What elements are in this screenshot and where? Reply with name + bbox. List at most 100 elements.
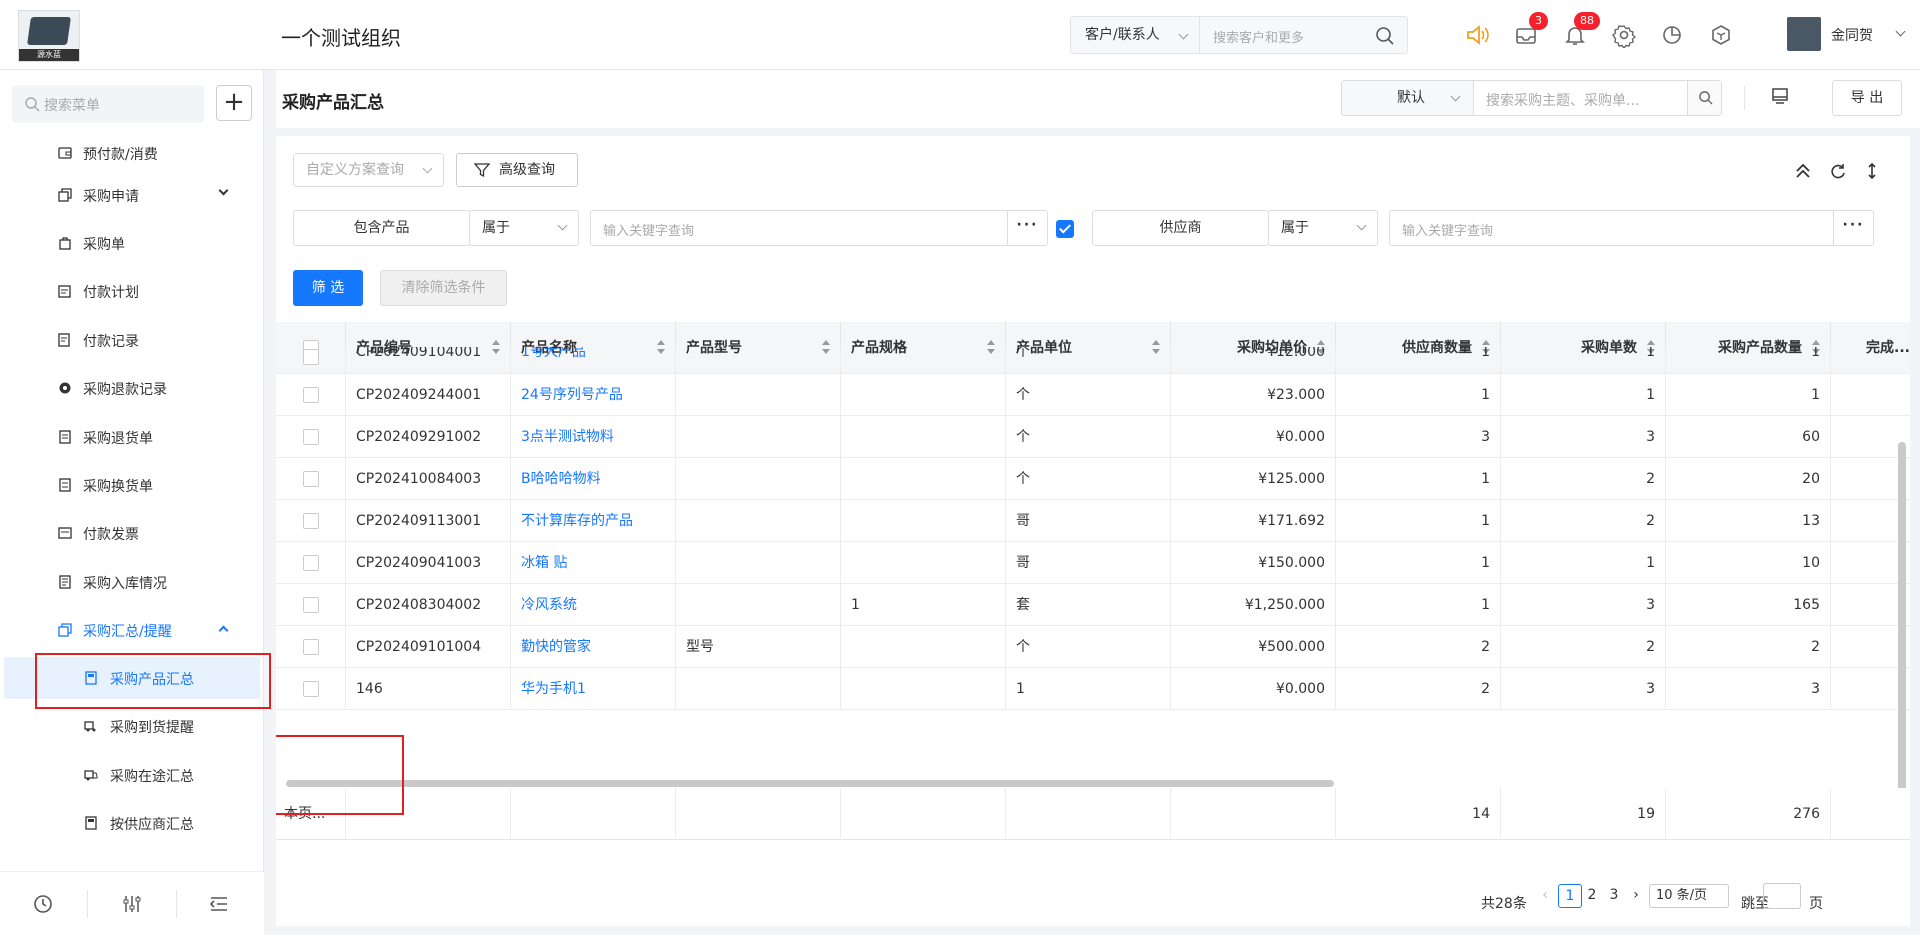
- cell-price: ¥23.000: [1171, 374, 1336, 416]
- row-select-cell: [276, 542, 346, 584]
- cell-suppliers: 2: [1336, 626, 1501, 668]
- table-row[interactable]: CP202408304002 冷风系统 1 套 ¥1,250.000 1 3 165: [276, 584, 1910, 626]
- row-checkbox[interactable]: [303, 513, 319, 529]
- table-row[interactable]: CP202409041003 冰箱 贴哥 ¥150.000 1 1 10: [276, 542, 1910, 584]
- filter2-field[interactable]: 供应商: [1092, 210, 1269, 246]
- product-link[interactable]: 1号大产品: [521, 347, 586, 360]
- more-button[interactable]: ···: [1007, 211, 1047, 245]
- cell-orders: 1: [1501, 542, 1666, 584]
- sidebar-item-exchange-order[interactable]: 采购换货单: [0, 464, 256, 506]
- table-row[interactable]: 146 华为手机1 1 ¥0.000 2 3 3: [276, 668, 1910, 710]
- filter1-input[interactable]: 输入关键字查询 ···: [590, 210, 1048, 246]
- page-3-button[interactable]: 3: [1602, 884, 1626, 908]
- product-link[interactable]: 冷风系统: [521, 597, 577, 613]
- page-search-input[interactable]: 搜索采购主题、采购单...: [1473, 80, 1722, 116]
- advanced-query-button[interactable]: 高级查询: [456, 153, 578, 187]
- table-row[interactable]: CP202410084003 B哈哈哈物料 个 ¥125.000 1 2 20: [276, 458, 1910, 500]
- search-icon[interactable]: [1375, 26, 1395, 46]
- filter1-operator[interactable]: 属于: [469, 210, 579, 246]
- product-link[interactable]: 24号序列号产品: [521, 387, 623, 403]
- row-select-cell: [276, 458, 346, 500]
- company-logo[interactable]: 源水蓝: [18, 10, 80, 62]
- goto-page-input[interactable]: [1763, 883, 1801, 909]
- sidebar-item-by-supplier[interactable]: 按供应商汇总: [0, 802, 256, 844]
- row-checkbox[interactable]: [303, 639, 319, 655]
- print-icon[interactable]: [1771, 87, 1789, 105]
- table-row[interactable]: CP202409244001 24号序列号产品个 ¥23.000 1 1 1: [276, 374, 1910, 416]
- notification-button[interactable]: 88: [1562, 12, 1600, 48]
- cell-model: 型号: [676, 626, 841, 668]
- chevron-down-icon: [557, 220, 568, 231]
- row-checkbox[interactable]: [303, 555, 319, 571]
- row-checkbox[interactable]: [303, 471, 319, 487]
- filter-checkbox[interactable]: [1056, 220, 1074, 238]
- sidebar-item-stock-in[interactable]: 采购入库情况: [0, 561, 256, 603]
- column-height-icon[interactable]: [1863, 162, 1881, 180]
- truck-icon: [84, 721, 96, 732]
- chevron-down-icon[interactable]: [1895, 26, 1906, 37]
- row-checkbox[interactable]: [303, 429, 319, 445]
- page-2-button[interactable]: 2: [1580, 884, 1604, 908]
- row-checkbox[interactable]: [303, 349, 319, 365]
- export-button[interactable]: 导 出: [1832, 80, 1902, 116]
- product-link[interactable]: 3点半测试物料: [521, 429, 614, 445]
- prev-page-button[interactable]: ‹: [1533, 884, 1557, 908]
- org-name[interactable]: 一个测试组织: [281, 22, 401, 51]
- product-link[interactable]: B哈哈哈物料: [521, 471, 601, 487]
- user-name[interactable]: 金同贺: [1831, 25, 1873, 45]
- global-search-input[interactable]: 搜索客户和更多: [1213, 27, 1304, 46]
- collapse-up-icon[interactable]: [1794, 162, 1812, 180]
- clear-filter-button[interactable]: 清除筛选条件: [380, 270, 507, 306]
- table-row[interactable]: CP202409113001 不计算库存的产品 哥 ¥171.692 1 2 13: [276, 500, 1910, 542]
- product-link[interactable]: 不计算库存的产品: [521, 513, 633, 529]
- filter2-input[interactable]: 输入关键字查询 ···: [1389, 210, 1874, 246]
- search-scope-select[interactable]: 客户/联系人: [1071, 17, 1200, 53]
- sidebar-item-purchase-order[interactable]: 采购单: [0, 222, 256, 264]
- cell-price: ¥171.692: [1171, 500, 1336, 542]
- row-checkbox[interactable]: [303, 681, 319, 697]
- gear-icon[interactable]: [1611, 22, 1637, 48]
- sidebar-item-summary-reminders[interactable]: 采购汇总/提醒: [0, 609, 256, 651]
- message-button[interactable]: 3: [1513, 12, 1548, 48]
- next-page-button[interactable]: ›: [1624, 884, 1648, 908]
- refresh-icon[interactable]: [1829, 162, 1847, 180]
- sidebar-item-payment-invoice[interactable]: 付款发票: [0, 512, 256, 554]
- avatar[interactable]: [1787, 17, 1821, 51]
- table-row[interactable]: CP202409291002 3点半测试物料个 ¥0.000 3 3 60: [276, 416, 1910, 458]
- sidebar-item-refund-records[interactable]: 采购退款记录: [0, 367, 256, 409]
- page-1-button[interactable]: 1: [1558, 884, 1582, 908]
- horizontal-scrollbar[interactable]: [286, 780, 1334, 787]
- sidebar-item-prepay[interactable]: 预付款/消费: [0, 132, 256, 174]
- add-menu-button[interactable]: +: [216, 85, 252, 121]
- product-link[interactable]: 冰箱 贴: [521, 555, 567, 571]
- table-row[interactable]: CP202409104001 1号大产品 个 ¥12.000 1 1 1: [276, 347, 1910, 374]
- sidebar-item-payment-plan[interactable]: 付款计划: [0, 270, 256, 312]
- product-link[interactable]: 勤快的管家: [521, 639, 591, 655]
- sidebar-item-arrival-reminder[interactable]: 采购到货提醒: [0, 705, 256, 747]
- table-row[interactable]: CP202409101004 勤快的管家 型号个 ¥500.000 2 2 2: [276, 626, 1910, 668]
- sidebar-item-return-order[interactable]: 采购退货单: [0, 416, 256, 458]
- filter1-field[interactable]: 包含产品: [293, 210, 470, 246]
- more-button[interactable]: ···: [1833, 211, 1873, 245]
- filter2-operator[interactable]: 属于: [1268, 210, 1378, 246]
- menu-search-input[interactable]: 搜索菜单: [12, 85, 204, 123]
- sidebar-item-purchase-request[interactable]: 采购申请: [0, 174, 256, 216]
- vertical-scrollbar[interactable]: [1898, 442, 1906, 817]
- pie-chart-icon[interactable]: [1659, 22, 1685, 48]
- page-size-select[interactable]: 10 条/页: [1649, 884, 1729, 908]
- collapse-menu-icon[interactable]: [207, 892, 231, 916]
- history-icon[interactable]: [31, 892, 55, 916]
- product-link[interactable]: 华为手机1: [521, 681, 586, 697]
- speaker-icon[interactable]: [1464, 22, 1490, 48]
- view-select[interactable]: 默认: [1341, 80, 1474, 116]
- sliders-icon[interactable]: [120, 892, 144, 916]
- row-checkbox[interactable]: [303, 387, 319, 403]
- row-checkbox[interactable]: [303, 597, 319, 613]
- box-icon[interactable]: [1708, 22, 1734, 48]
- pagination-total: 共28条: [1481, 896, 1527, 912]
- scheme-select[interactable]: 自定义方案查询: [293, 153, 444, 187]
- page-search-button[interactable]: [1687, 81, 1721, 115]
- sidebar-item-payment-records[interactable]: 付款记录: [0, 319, 256, 361]
- filter-button[interactable]: 筛 选: [293, 270, 363, 306]
- sidebar-item-in-transit[interactable]: 采购在途汇总: [0, 754, 256, 796]
